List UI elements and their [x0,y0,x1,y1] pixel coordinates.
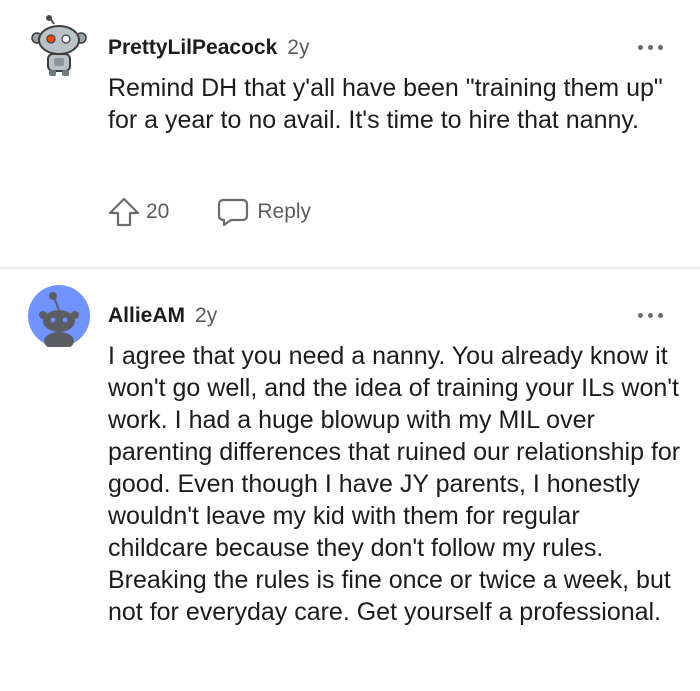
comment-body: I agree that you need a nanny. You alrea… [108,342,681,626]
comment-meta: AllieAM 2y [108,304,217,328]
reply-button[interactable]: Reply [217,197,311,227]
comment: PrettyLilPeacock 2y Remind DH that y'all… [0,0,700,268]
vote-count: 20 [146,200,170,223]
more-options-icon[interactable] [638,42,666,52]
comment-meta: PrettyLilPeacock 2y [108,36,309,60]
upvote-icon [108,197,140,227]
more-options-icon[interactable] [638,310,666,320]
comment-actions: 20 Reply [108,197,311,227]
username[interactable]: PrettyLilPeacock [108,36,277,60]
username[interactable]: AllieAM [108,304,185,328]
reply-label: Reply [257,200,312,223]
snoo-robot-avatar-icon [31,15,87,76]
reply-bubble-icon [218,198,249,227]
comment-divider [0,267,700,269]
comment-age: 2y [287,36,310,59]
comment: AllieAM 2y I agree that you need a nanny… [0,270,700,691]
comment-age: 2y [195,304,218,327]
user-avatar[interactable] [28,285,90,350]
snoo-default-avatar-icon [28,285,90,350]
upvote-button[interactable]: 20 [108,197,169,227]
user-avatar[interactable] [28,15,90,77]
comment-body: Remind DH that y'all have been "training… [108,74,663,134]
